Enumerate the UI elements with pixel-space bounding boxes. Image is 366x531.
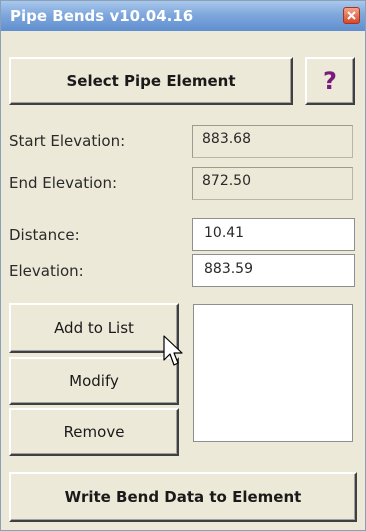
elevation-field[interactable]: 883.59 (192, 254, 355, 287)
end-elevation-label: End Elevation: (9, 174, 118, 192)
distance-field[interactable]: 10.41 (192, 218, 355, 251)
bend-list[interactable] (193, 304, 353, 442)
window-title: Pipe Bends v10.04.16 (10, 7, 194, 25)
question-mark-icon: ? (323, 67, 337, 95)
close-icon (347, 11, 356, 20)
distance-label: Distance: (9, 226, 80, 244)
start-elevation-value: 883.68 (192, 125, 353, 158)
select-pipe-element-button[interactable]: Select Pipe Element (9, 57, 293, 105)
modify-button[interactable]: Modify (9, 357, 179, 405)
elevation-label: Elevation: (9, 262, 84, 280)
remove-button[interactable]: Remove (9, 408, 179, 456)
help-button[interactable]: ? (305, 57, 355, 105)
title-bar[interactable]: Pipe Bends v10.04.16 (1, 1, 365, 31)
start-elevation-label: Start Elevation: (9, 132, 126, 150)
add-to-list-button[interactable]: Add to List (9, 303, 179, 353)
pipe-bends-window: Pipe Bends v10.04.16 Select Pipe Element… (0, 0, 366, 531)
write-bend-data-button[interactable]: Write Bend Data to Element (9, 472, 357, 522)
close-button[interactable] (343, 7, 360, 24)
mouse-pointer-icon (163, 335, 183, 366)
end-elevation-value: 872.50 (192, 167, 353, 200)
